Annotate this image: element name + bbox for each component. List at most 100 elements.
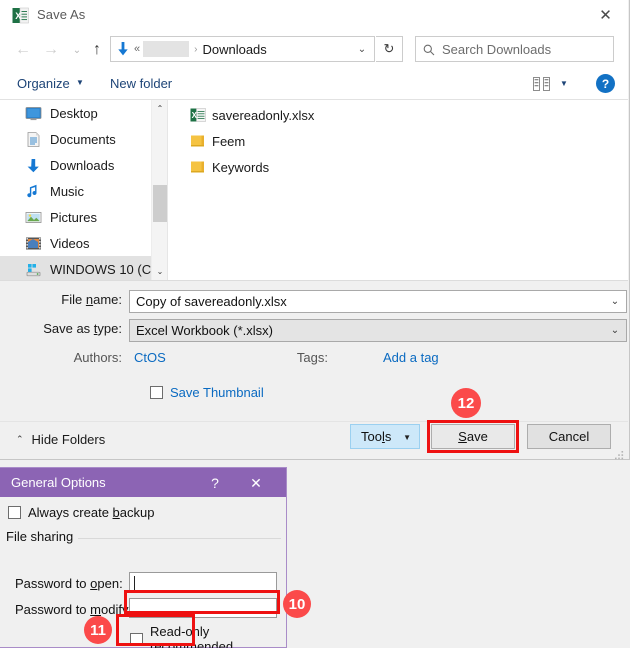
sidebar-item-label: Documents (50, 131, 116, 147)
file-name: Keywords (212, 160, 270, 175)
scroll-down-icon[interactable]: ⌄ (152, 263, 168, 280)
back-button[interactable]: ← (12, 39, 34, 61)
authors-value[interactable]: CtOS (134, 350, 166, 365)
always-create-backup-label: Always create backup (28, 505, 155, 520)
search-placeholder: Search Downloads (442, 41, 552, 57)
badge-11: 11 (84, 616, 112, 644)
tools-button[interactable]: Tools ▼ (350, 424, 420, 449)
downloads-arrow-icon (116, 41, 130, 57)
title-bar: X Save As ✕ (0, 0, 628, 31)
save-as-dialog: X Save As ✕ ← → ⌄ ↑ « › Downloads ⌄ ↻ Se… (0, 0, 630, 460)
chevron-down-icon[interactable]: ⌄ (604, 291, 626, 312)
navigation-pane-scrollbar[interactable]: ⌃ ⌄ (151, 100, 167, 280)
file-list[interactable]: X savereadonly.xlsx Feem Keywords (167, 100, 628, 280)
sidebar-item-label: Pictures (50, 209, 97, 225)
save-thumbnail-checkbox[interactable]: Save Thumbnail (150, 385, 264, 400)
pictures-icon (25, 209, 42, 226)
sidebar-item-label: WINDOWS 10 (C:) (50, 261, 160, 277)
address-bar[interactable]: « › Downloads ⌄ (110, 36, 375, 62)
chevron-up-icon: ⌃ (16, 434, 24, 444)
file-name-input[interactable]: Copy of savereadonly.xlsx ⌄ (129, 290, 627, 313)
read-only-recommended-checkbox[interactable]: Read-only recommended (130, 624, 286, 648)
authors-label: Authors: (73, 350, 122, 365)
password-to-modify-input[interactable] (129, 598, 277, 618)
sidebar-item-downloads[interactable]: Downloads (0, 152, 167, 178)
close-icon[interactable]: ✕ (583, 0, 628, 30)
read-only-recommended-label: Read-only recommended (150, 624, 234, 648)
excel-icon: X (12, 7, 29, 24)
command-bar: Organize ▼ New folder ▼ ? (0, 68, 628, 100)
organize-button[interactable]: Organize (17, 76, 70, 91)
save-label: Save (458, 429, 488, 444)
search-box[interactable]: Search Downloads (415, 36, 614, 62)
resize-grip[interactable] (615, 447, 624, 460)
list-item[interactable]: X savereadonly.xlsx (168, 105, 628, 126)
desktop-icon (25, 105, 42, 122)
up-button[interactable]: ↑ (86, 39, 108, 61)
scrollbar-thumb[interactable] (153, 185, 167, 222)
tools-label: Tools (361, 429, 392, 444)
documents-icon (25, 131, 42, 148)
sidebar-item-music[interactable]: Music (0, 178, 167, 204)
recent-locations-button[interactable]: ⌄ (66, 39, 88, 61)
svg-text:X: X (192, 111, 198, 120)
breadcrumb-separator-icon: › (194, 43, 198, 55)
chevron-down-icon[interactable]: ▼ (76, 78, 84, 87)
breadcrumb-overflow-icon[interactable]: « (134, 43, 140, 55)
excel-file-icon: X (190, 107, 206, 124)
file-name-value: Copy of savereadonly.xlsx (136, 294, 287, 309)
folder-icon (190, 133, 206, 150)
chevron-down-icon: ▼ (403, 433, 411, 442)
svg-text:X: X (15, 11, 21, 21)
scroll-up-icon[interactable]: ⌃ (152, 100, 168, 117)
add-a-tag-link[interactable]: Add a tag (383, 350, 439, 365)
general-options-dialog: General Options ? ✕ Always create backup… (0, 467, 287, 648)
chevron-down-icon[interactable]: ⌄ (350, 37, 374, 61)
checkbox-box[interactable] (130, 632, 143, 646)
hide-folders-button[interactable]: ⌃ Hide Folders (16, 432, 105, 447)
list-item[interactable]: Keywords (168, 157, 628, 178)
window-title: Save As (37, 7, 86, 22)
help-icon[interactable]: ? (596, 74, 615, 93)
sidebar-item-desktop[interactable]: Desktop (0, 100, 167, 126)
list-item[interactable]: Feem (168, 131, 628, 152)
change-view-icon[interactable] (533, 77, 550, 96)
checkbox-box[interactable] (8, 506, 21, 519)
password-to-open-input[interactable] (129, 572, 277, 592)
cancel-button[interactable]: Cancel (527, 424, 611, 449)
chevron-down-icon[interactable]: ▼ (560, 79, 568, 88)
general-options-title-bar: General Options ? ✕ (0, 468, 286, 497)
badge-12: 12 (451, 388, 481, 418)
forward-button[interactable]: → (40, 39, 62, 61)
navigation-pane: Desktop Documents Downloads Music Pictur… (0, 100, 167, 280)
help-icon[interactable]: ? (205, 473, 225, 493)
refresh-icon[interactable]: ↻ (376, 36, 403, 62)
music-note-icon (25, 183, 42, 200)
new-folder-button[interactable]: New folder (110, 76, 172, 91)
videos-icon (25, 235, 42, 252)
sidebar-item-documents[interactable]: Documents (0, 126, 167, 152)
breadcrumb-redacted-segment[interactable] (143, 41, 190, 57)
sidebar-item-windows-10-c[interactable]: WINDOWS 10 (C:) (0, 256, 167, 280)
sidebar-item-pictures[interactable]: Pictures (0, 204, 167, 230)
sidebar-item-label: Desktop (50, 105, 98, 121)
sidebar-item-label: Downloads (50, 157, 115, 173)
downloads-arrow-icon (25, 157, 42, 174)
sidebar-item-videos[interactable]: Videos (0, 230, 167, 256)
save-as-type-select[interactable]: Excel Workbook (*.xlsx) ⌄ (129, 319, 627, 342)
password-to-open-label: Password to open: (15, 576, 123, 591)
save-as-type-value: Excel Workbook (*.xlsx) (136, 323, 274, 338)
chevron-down-icon[interactable]: ⌄ (604, 320, 626, 341)
always-create-backup-checkbox[interactable]: Always create backup (8, 505, 154, 520)
sidebar-item-label: Music (50, 183, 84, 199)
text-caret (134, 576, 135, 590)
navigation-bar: ← → ⌄ ↑ « › Downloads ⌄ ↻ Search Downloa… (0, 31, 628, 68)
save-thumbnail-label: Save Thumbnail (170, 385, 264, 400)
save-button[interactable]: Save (431, 424, 515, 449)
close-icon[interactable]: ✕ (245, 473, 267, 493)
hide-folders-label: Hide Folders (31, 432, 106, 447)
breadcrumb-current[interactable]: Downloads (202, 42, 266, 57)
general-options-body: Always create backup File sharing Passwo… (0, 497, 286, 648)
password-to-modify-label: Password to modify: (15, 602, 133, 617)
checkbox-box[interactable] (150, 386, 163, 399)
